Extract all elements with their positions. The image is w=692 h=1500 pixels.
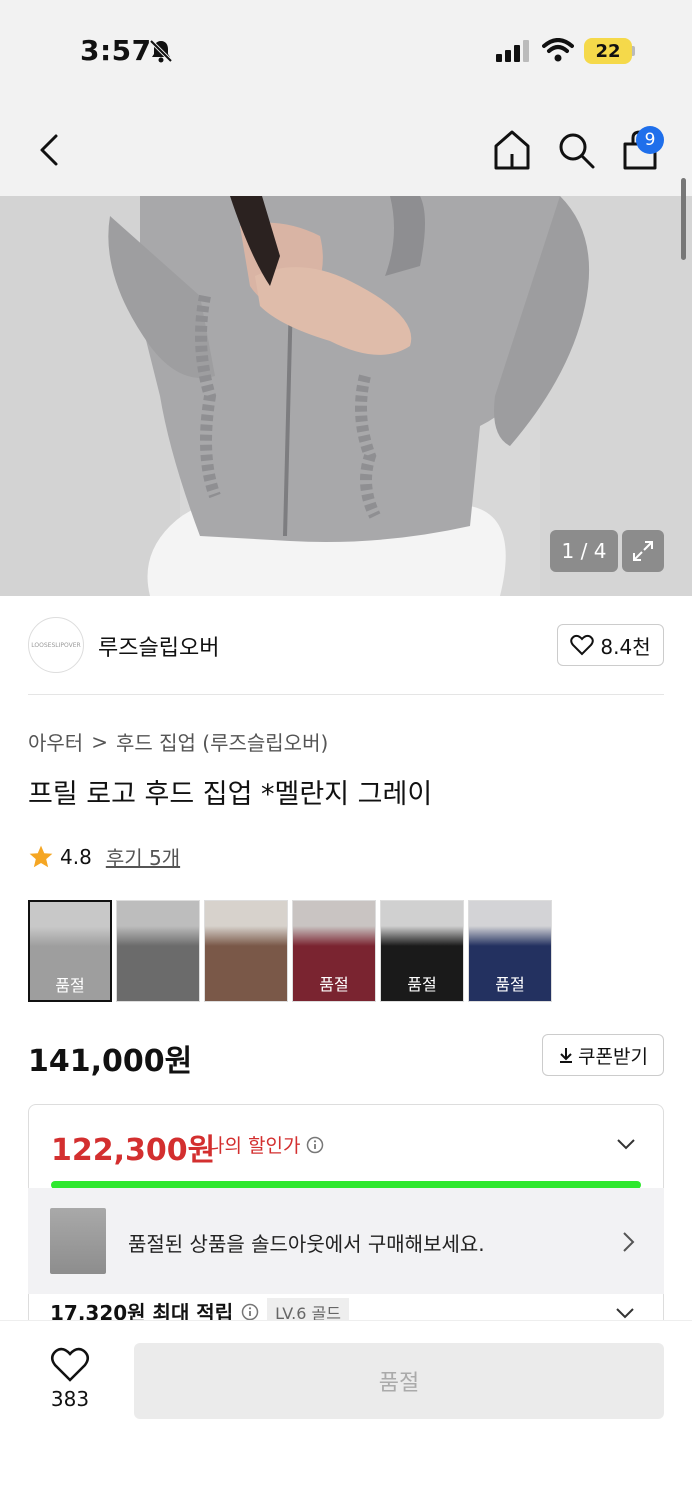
- page-scrollbar[interactable]: [681, 178, 686, 260]
- discount-label-row: 나의 할인가: [207, 1131, 324, 1158]
- download-icon: [560, 1048, 573, 1063]
- brand-logo-text: LOOSESLIPOVER: [31, 641, 81, 649]
- coupon-download-button[interactable]: 쿠폰받기: [542, 1034, 664, 1076]
- bottom-action-bar: 383 품절: [0, 1320, 692, 1500]
- breadcrumb-separator: >: [91, 729, 108, 754]
- soldout-label: 품절: [495, 975, 525, 994]
- color-swatch[interactable]: 품절: [380, 900, 464, 1002]
- expand-image-button[interactable]: [622, 530, 664, 572]
- breadcrumb-category[interactable]: 아우터: [28, 727, 83, 756]
- soldout-label: 품절: [55, 976, 85, 995]
- status-time: 3:57: [80, 34, 152, 67]
- image-counter: 1 / 4: [550, 530, 618, 572]
- rating-row: 4.8 후기 5개: [28, 842, 180, 871]
- color-swatch[interactable]: [116, 900, 200, 1002]
- purchase-button-soldout[interactable]: 품절: [134, 1343, 664, 1419]
- info-icon[interactable]: [306, 1136, 324, 1154]
- soldout-market-banner[interactable]: 품절된 상품을 솔드아웃에서 구매해보세요.: [28, 1188, 664, 1294]
- banner-thumbnail: [50, 1208, 106, 1274]
- brand-like-count: 8.4천: [600, 634, 651, 659]
- back-arrow-icon[interactable]: [32, 130, 68, 170]
- search-icon[interactable]: [556, 130, 596, 170]
- home-icon[interactable]: [492, 128, 532, 172]
- expand-icon: [633, 541, 653, 561]
- heart-icon[interactable]: [50, 1345, 90, 1385]
- soldout-label: 품절: [319, 975, 349, 994]
- battery-tip: [632, 46, 635, 56]
- wifi-icon: [542, 38, 574, 62]
- product-title: 프릴 로고 후드 집업 *멜란지 그레이: [28, 779, 433, 810]
- soldout-label: 품절: [407, 975, 437, 994]
- divider: [28, 694, 664, 695]
- top-navigation: 9: [0, 100, 692, 196]
- info-icon[interactable]: [241, 1303, 259, 1321]
- color-swatch[interactable]: 품절: [292, 900, 376, 1002]
- review-count-link[interactable]: 후기 5개: [106, 842, 180, 871]
- cart-count-badge: 9: [636, 126, 664, 154]
- brand-name[interactable]: 루즈슬립오버: [98, 630, 219, 662]
- battery-level: 22: [584, 38, 632, 64]
- color-swatch[interactable]: 품절: [28, 900, 112, 1002]
- star-icon: [29, 845, 53, 867]
- color-swatch[interactable]: [204, 900, 288, 1002]
- rating-value: 4.8: [60, 844, 92, 869]
- breadcrumb: 아우터 > 후드 집업 (루즈슬립오버): [28, 727, 328, 756]
- color-swatch[interactable]: 품절: [468, 900, 552, 1002]
- discount-price: 122,300원: [51, 1133, 216, 1168]
- brand-logo[interactable]: LOOSESLIPOVER: [28, 617, 84, 673]
- banner-text: 품절된 상품을 솔드아웃에서 구매해보세요.: [128, 1232, 485, 1256]
- color-options: 품절 품절 품절 품절: [28, 900, 552, 1002]
- chevron-down-icon[interactable]: [615, 1133, 637, 1155]
- coupon-label: 쿠폰받기: [578, 1045, 648, 1068]
- breadcrumb-subcategory[interactable]: 후드 집업 (루즈슬립오버): [116, 727, 328, 756]
- bell-muted-icon: [149, 39, 173, 63]
- chevron-right-icon: [623, 1232, 635, 1252]
- signal-icon: [496, 40, 529, 62]
- wishlist-count: 383: [50, 1387, 90, 1411]
- heart-icon: [570, 634, 595, 656]
- status-bar: 3:57 22: [0, 0, 692, 100]
- brand-like-button[interactable]: 8.4천: [557, 624, 664, 666]
- original-price: 141,000원: [28, 1044, 193, 1079]
- discount-label: 나의 할인가: [207, 1135, 301, 1157]
